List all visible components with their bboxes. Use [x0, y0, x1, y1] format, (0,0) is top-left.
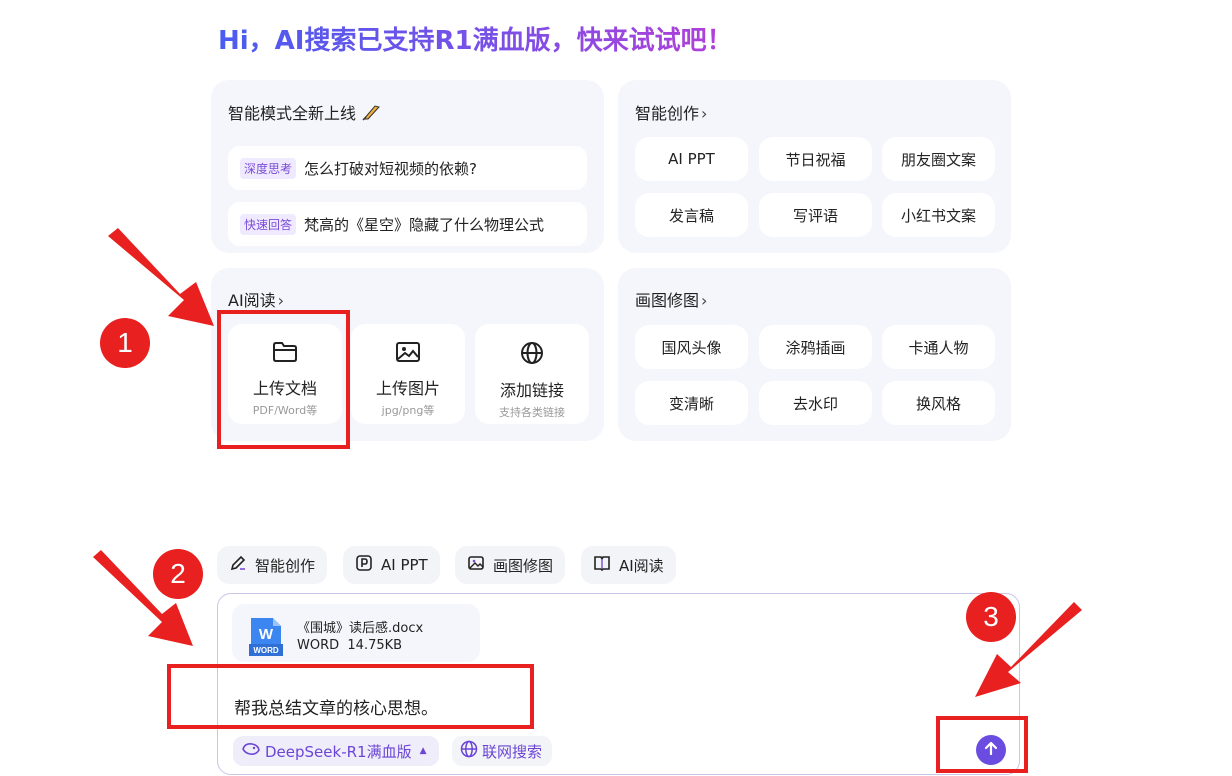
chip-ai-ppt[interactable]: AI PPT [343, 546, 440, 584]
deep-think-tag: 深度思考 [240, 157, 297, 179]
paint-doodle[interactable]: 涂鸦插画 [759, 325, 872, 369]
web-search-toggle[interactable]: 联网搜索 [452, 736, 553, 766]
chevron-right-icon: › [701, 291, 708, 310]
chip-paint[interactable]: 画图修图 [455, 546, 566, 584]
chip-label: AI阅读 [619, 556, 664, 575]
paint-cartoon[interactable]: 卡通人物 [882, 325, 995, 369]
page-headline: Hi，AI搜索已支持R1满血版，快来试试吧！ [218, 20, 733, 57]
quick-answer-tag: 快速回答 [240, 213, 297, 235]
highlight-message [167, 664, 534, 729]
step-badge-1: 1 [100, 318, 150, 368]
chevron-right-icon: › [277, 291, 285, 310]
upload-image-tile[interactable]: 上传图片 jpg/png等 [351, 324, 465, 424]
file-type: WORD [297, 638, 340, 653]
ai-read-title-link[interactable]: AI阅读 › [228, 287, 284, 311]
file-size: 14.75KB [347, 638, 403, 653]
word-file-icon: W WORD [249, 616, 283, 656]
paint-remove-watermark[interactable]: 去水印 [759, 381, 872, 425]
paint-guofeng-avatar[interactable]: 国风头像 [635, 325, 748, 369]
chip-label: 智能创作 [255, 556, 316, 575]
create-comment[interactable]: 写评语 [759, 193, 872, 237]
globe-icon [460, 740, 482, 762]
ppt-icon [355, 554, 381, 576]
file-meta: WORD 14.75KB [297, 638, 402, 653]
image-edit-icon [467, 554, 493, 576]
chip-ai-read[interactable]: AI阅读 [581, 546, 676, 584]
model-selector[interactable]: DeepSeek-R1满血版 ▲ [233, 736, 439, 766]
create-xiaohongshu-copy[interactable]: 小红书文案 [882, 193, 995, 237]
create-ai-ppt[interactable]: AI PPT [635, 137, 748, 181]
step-badge-3: 3 [966, 592, 1016, 642]
feather-pen-icon [361, 104, 381, 123]
file-name: 《围城》读后感.docx [297, 621, 424, 636]
smart-mode-title: 智能模式全新上线 [228, 104, 357, 123]
paint-title: 画图修图 [635, 291, 700, 310]
chevron-right-icon: › [701, 104, 708, 123]
file-icon-letter: W [259, 626, 274, 643]
tile-label: 添加链接 [499, 381, 564, 400]
smart-create-title-link[interactable]: 智能创作 › [635, 100, 707, 124]
chip-label: 画图修图 [493, 556, 554, 575]
caret-up-icon: ▲ [419, 746, 427, 756]
highlight-send-button [936, 716, 1028, 773]
model-label: DeepSeek-R1满血版 [265, 742, 412, 761]
attached-file-card[interactable]: W WORD 《围城》读后感.docx WORD 14.75KB [232, 604, 480, 662]
highlight-upload-document [217, 310, 350, 449]
book-icon [593, 554, 619, 576]
ai-read-title: AI阅读 [228, 291, 276, 310]
smart-create-title: 智能创作 [635, 104, 700, 123]
smart-create-card: 智能创作 › AI PPT 节日祝福 朋友圈文案 发言稿 写评语 小红书文案 [618, 80, 1011, 253]
paint-title-link[interactable]: 画图修图 › [635, 287, 707, 311]
tile-sublabel: jpg/png等 [381, 404, 435, 417]
paint-change-style[interactable]: 换风格 [882, 381, 995, 425]
paint-sharpen[interactable]: 变清晰 [635, 381, 748, 425]
paint-card: 画图修图 › 国风头像 涂鸦插画 卡通人物 变清晰 去水印 换风格 [618, 268, 1011, 441]
deepseek-whale-icon [241, 741, 265, 761]
chip-smart-create[interactable]: 智能创作 [217, 546, 328, 584]
tile-sublabel: 支持各类链接 [499, 406, 565, 419]
suggestion-text: 怎么打破对短视频的依赖? [304, 159, 477, 178]
file-icon-label: WORD [253, 646, 279, 655]
smart-mode-card: 智能模式全新上线 深度思考 怎么打破对短视频的依赖? 快速回答 梵高的《星空》隐… [211, 80, 604, 253]
image-icon [395, 324, 421, 367]
suggestion-text: 梵高的《星空》隐藏了什么物理公式 [304, 215, 545, 234]
add-link-tile[interactable]: 添加链接 支持各类链接 [475, 324, 589, 424]
web-search-label: 联网搜索 [482, 742, 543, 761]
create-holiday-wish[interactable]: 节日祝福 [759, 137, 872, 181]
globe-icon [519, 324, 545, 369]
step-badge-2: 2 [153, 549, 203, 599]
create-moments-copy[interactable]: 朋友圈文案 [882, 137, 995, 181]
suggestion-deep-think[interactable]: 深度思考 怎么打破对短视频的依赖? [228, 146, 587, 190]
arrow-icon [108, 228, 214, 326]
suggestion-quick-answer[interactable]: 快速回答 梵高的《星空》隐藏了什么物理公式 [228, 202, 587, 246]
chip-label: AI PPT [381, 556, 428, 574]
tile-label: 上传图片 [375, 379, 440, 398]
pen-icon [229, 554, 255, 576]
create-speech[interactable]: 发言稿 [635, 193, 748, 237]
